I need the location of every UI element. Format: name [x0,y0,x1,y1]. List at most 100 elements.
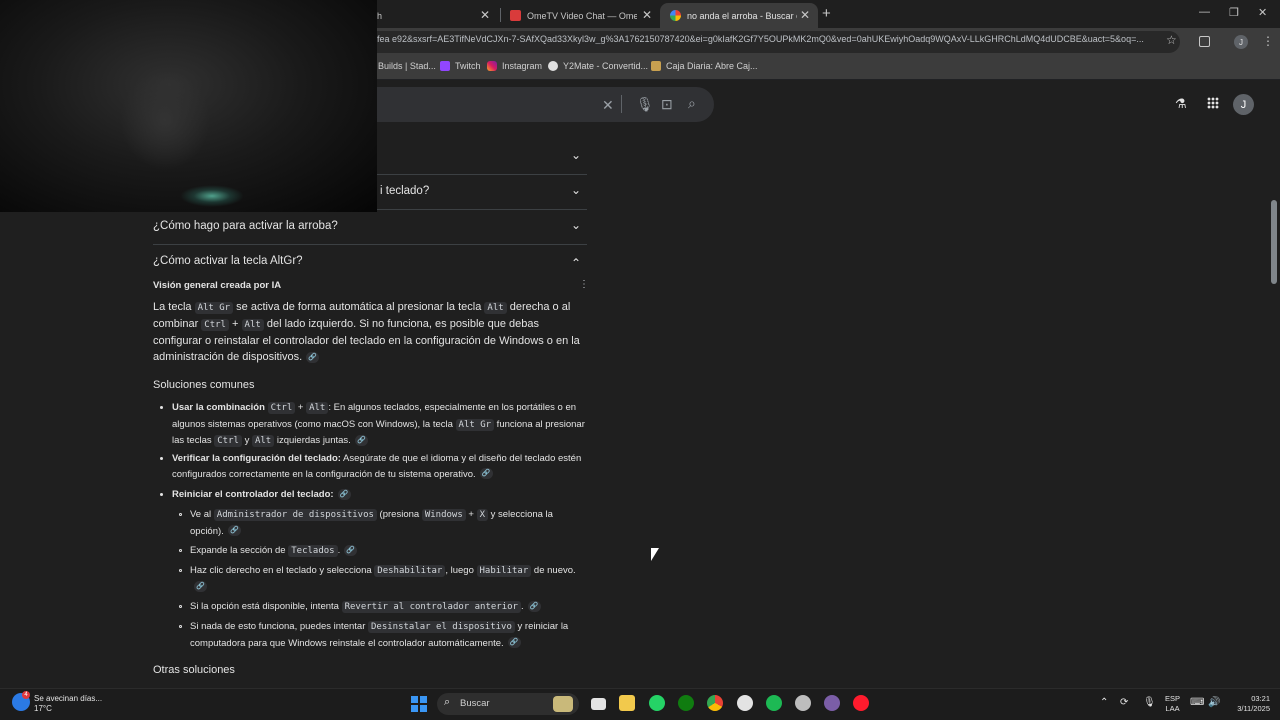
text: Haz clic derecho en el teclado y selecci… [190,565,375,576]
weather-title: Se avecinan días... [34,694,103,703]
windows-start-icon[interactable] [411,696,427,712]
clock-date: 3/11/2025 [1237,704,1270,713]
lens-icon[interactable]: ⊡ [661,96,673,113]
app-icon[interactable] [824,695,840,711]
steam-icon[interactable] [737,695,753,711]
microphone-icon[interactable]: 🎙 [1143,697,1156,708]
source-link-icon[interactable]: 🔗 [337,488,351,500]
show-hidden-icons-icon[interactable]: ⌃ [1100,697,1108,708]
search-icon: ⌕ [444,696,451,708]
tab-ometv[interactable]: OmeTV Video Chat — Omegle ✕ [500,3,660,28]
twitch-icon [440,61,450,71]
bookmark-instagram[interactable]: Instagram [487,61,542,71]
sub-list-item: Si la opción está disponible, intenta Re… [190,599,587,616]
whatsapp-icon[interactable] [649,695,665,711]
list-item: Verificar la configuración del teclado: … [172,451,587,482]
source-link-icon[interactable]: 🔗 [194,581,207,593]
menu-icon[interactable]: ⋮ [1262,34,1274,48]
text: de nuevo. [531,565,576,576]
text: + [228,318,242,330]
section-heading: Otras soluciones [153,664,235,676]
key-code: Desinstalar el dispositivo [368,621,515,633]
labs-flask-icon[interactable]: ⚗ [1175,96,1187,112]
text: Si nada de esto funciona, puedes intenta… [190,621,368,632]
sub-bullet [179,569,182,572]
search-highlight-icon [553,696,573,712]
extensions-icon[interactable] [1199,36,1210,47]
clear-icon[interactable]: ✕ [602,97,614,114]
text: . [337,545,341,556]
profile-avatar[interactable]: J [1234,35,1248,49]
ai-overview-label: Visión general creada por IA [153,280,282,291]
sub-list-item: Ve al Administrador de dispositivos (pre… [190,507,587,539]
lang-code: ESP [1165,694,1181,703]
sub-bullet [179,549,182,552]
source-link-icon[interactable]: 🔗 [227,525,241,537]
video-figure [120,70,210,170]
apps-grid-icon[interactable] [1207,97,1219,109]
search-icon[interactable]: ⌕ [688,95,696,112]
bookmark-caja-diaria[interactable]: Caja Diaria: Abre Caj... [651,61,758,71]
y2mate-icon [548,61,558,71]
task-view-icon[interactable] [591,698,606,710]
scrollbar-thumb[interactable] [1271,200,1277,284]
key-code: Deshabilitar [374,565,446,577]
url-text[interactable]: fea e92&sxsrf=AE3TifNeVdCJXn-7-SAfXQad33… [377,34,1159,44]
bullet [160,493,163,496]
sub-bullet [179,605,182,608]
source-link-icon[interactable]: 🔗 [507,637,521,649]
source-link-icon[interactable]: 🔗 [479,468,493,480]
mouse-cursor [651,548,659,561]
close-icon[interactable]: ✕ [642,8,652,22]
close-window-icon[interactable]: ✕ [1258,6,1267,19]
file-explorer-icon[interactable] [619,695,635,711]
faq-item-expanded[interactable]: ¿Cómo activar la tecla AltGr? ⌃ [153,245,587,280]
google-account-avatar[interactable]: J [1233,94,1254,115]
weather-widget[interactable]: Se avecinan días... 17°C [34,694,102,714]
volume-icon[interactable]: 🔊 [1208,697,1220,708]
source-link-icon[interactable]: 🔗 [354,434,368,446]
chevron-down-icon: ⌄ [570,218,581,232]
language-indicator[interactable]: ESP LAA [1165,694,1180,714]
bookmark-label: Twitch [455,61,481,71]
close-icon[interactable]: ✕ [800,8,810,22]
key-code: Teclados [288,545,338,557]
bookmark-star-icon[interactable]: ☆ [1166,33,1177,47]
spotify-icon[interactable] [766,695,782,711]
source-link-icon[interactable]: 🔗 [344,544,358,556]
settings-icon[interactable] [795,695,811,711]
chevron-up-icon: ⌃ [570,256,581,270]
taskbar-search[interactable]: ⌕ Buscar [437,693,579,715]
sub-bullet [179,625,182,628]
source-link-icon[interactable]: 🔗 [527,600,541,612]
chevron-down-icon: ⌄ [570,148,581,162]
xbox-icon[interactable] [678,695,694,711]
chevron-down-icon: ⌄ [570,183,581,197]
chrome-icon[interactable] [707,695,723,711]
text: . [520,601,524,612]
source-link-icon[interactable]: 🔗 [306,351,320,363]
tab-google-search[interactable]: no anda el arroba - Buscar con ✕ [660,3,818,28]
tab-label: OmeTV Video Chat — Omegle [527,10,637,21]
text: , luego [445,565,477,576]
bookmark-twitch[interactable]: Twitch [440,61,481,71]
bookmark-label: Instagram [502,61,543,71]
new-tab-icon[interactable]: + [822,5,831,22]
bookmark-y2mate[interactable]: Y2Mate - Convertid... [548,61,648,71]
section-heading: Soluciones comunes [153,379,255,391]
minimize-icon[interactable]: — [1199,6,1210,18]
instagram-icon [487,61,497,71]
microphone-icon[interactable]: 🎙 [636,96,654,113]
bookmark-builds[interactable]: Builds | Stad... [378,61,436,71]
sync-icon[interactable]: ⟳ [1120,697,1128,708]
key-code: Ctrl [214,435,242,447]
opera-icon[interactable] [853,695,869,711]
more-options-icon[interactable]: ⋮ [579,279,589,290]
close-icon[interactable]: ✕ [480,8,490,22]
system-clock[interactable]: 03:21 3/11/2025 [1224,694,1270,714]
restore-icon[interactable]: ❐ [1229,6,1239,19]
faq-item[interactable]: ¿Cómo hago para activar la arroba? ⌄ [153,210,587,245]
network-icon[interactable]: ⌨ [1190,697,1204,708]
item-title: Verificar la configuración del teclado: [172,453,341,464]
tab-twitch[interactable]: tch ✕ [360,3,498,28]
